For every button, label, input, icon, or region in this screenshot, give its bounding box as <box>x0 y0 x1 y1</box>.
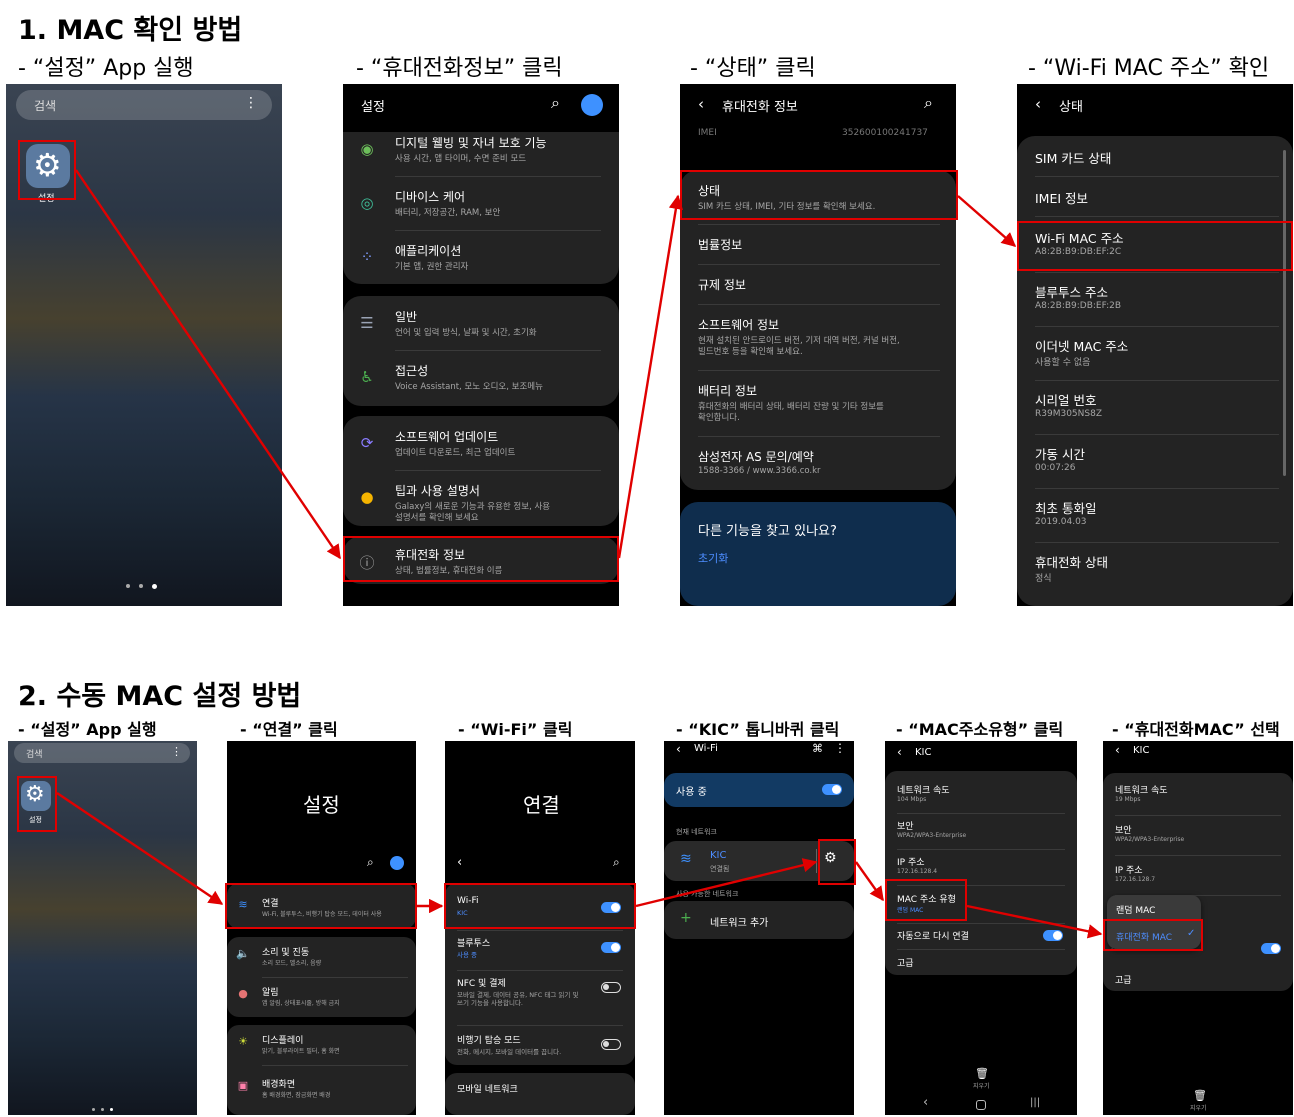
arrow-4 <box>56 792 224 905</box>
arrow-1 <box>75 169 341 560</box>
arrow-3 <box>957 195 1017 247</box>
arrow-8 <box>966 904 1103 939</box>
flow-arrows <box>56 169 1103 939</box>
arrow-6 <box>635 858 818 908</box>
arrow-2 <box>617 194 684 559</box>
arrow-7 <box>855 861 884 902</box>
